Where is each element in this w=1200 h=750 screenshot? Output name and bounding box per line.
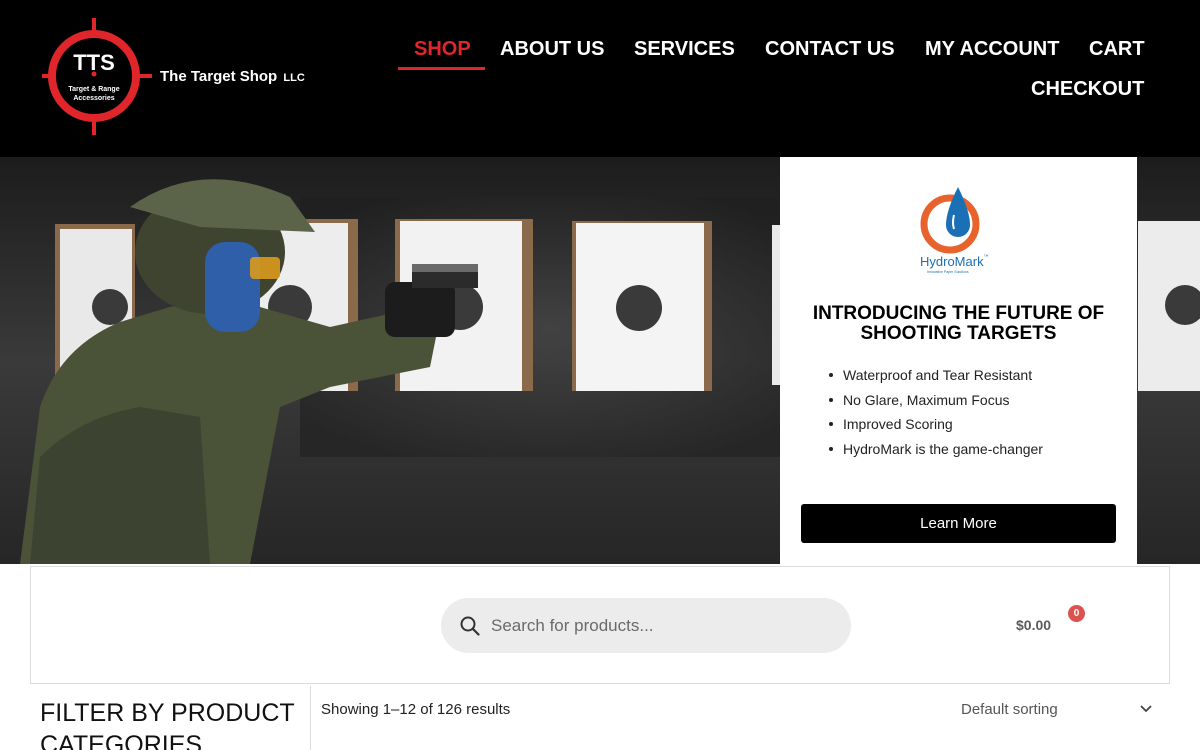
promo-feature-item: Improved Scoring <box>827 414 1117 439</box>
search-box[interactable] <box>441 598 851 653</box>
nav-contact-us[interactable]: CONTACT US <box>765 38 895 61</box>
chevron-down-icon <box>1140 705 1152 713</box>
hydromark-wordmark: HydroMark™ <box>920 254 989 269</box>
nav-services[interactable]: SERVICES <box>634 38 735 61</box>
nav-shop[interactable]: SHOP <box>414 38 471 61</box>
nav-checkout[interactable]: CHECKOUT <box>1031 78 1144 101</box>
hydromark-tm: ™ <box>983 254 989 260</box>
promo-card: HydroMark™ Innovative Paper Solutions IN… <box>780 157 1137 564</box>
brand-name[interactable]: The Target Shop LLC <box>160 68 305 85</box>
promo-feature-list: Waterproof and Tear Resistant No Glare, … <box>827 365 1117 464</box>
sort-dropdown[interactable]: Default sorting <box>951 696 1161 724</box>
search-icon[interactable] <box>459 615 481 637</box>
nav-about-us[interactable]: ABOUT US <box>500 38 604 61</box>
promo-feature-item: No Glare, Maximum Focus <box>827 390 1117 415</box>
sort-selected-value: Default sorting <box>961 701 1058 718</box>
hydromark-tagline: Innovative Paper Solutions <box>927 270 969 274</box>
crosshair-logo-icon: TTS Target & Range Accessories <box>42 18 152 135</box>
logo-letters: TTS <box>73 50 115 75</box>
brand-name-text: The Target Shop <box>160 68 278 85</box>
cart-total[interactable]: $0.00 <box>1016 617 1051 633</box>
search-panel: $0.00 0 <box>30 566 1170 684</box>
nav-my-account[interactable]: MY ACCOUNT <box>925 38 1059 61</box>
cart-count-badge[interactable]: 0 <box>1068 605 1085 622</box>
logo-subtitle-line2: Accessories <box>73 95 114 102</box>
results-count: Showing 1–12 of 126 results <box>321 701 511 718</box>
sidebar-divider <box>310 686 311 750</box>
filter-heading: FILTER BY PRODUCT CATEGORIES <box>40 699 295 750</box>
active-nav-underline <box>398 67 485 70</box>
site-header: TTS Target & Range Accessories The Targe… <box>0 0 1200 157</box>
hydromark-name: HydroMark <box>920 254 984 269</box>
logo-subtitle-line1: Target & Range <box>68 86 119 93</box>
promo-feature-item: HydroMark is the game-changer <box>827 439 1117 464</box>
promo-feature-item: Waterproof and Tear Resistant <box>827 365 1117 390</box>
promo-title: INTRODUCING THE FUTURE OF SHOOTING TARGE… <box>812 303 1105 344</box>
search-input[interactable] <box>491 598 831 653</box>
learn-more-button[interactable]: Learn More <box>801 504 1116 543</box>
nav-cart[interactable]: CART <box>1089 38 1145 61</box>
brand-suffix: LLC <box>283 72 305 84</box>
